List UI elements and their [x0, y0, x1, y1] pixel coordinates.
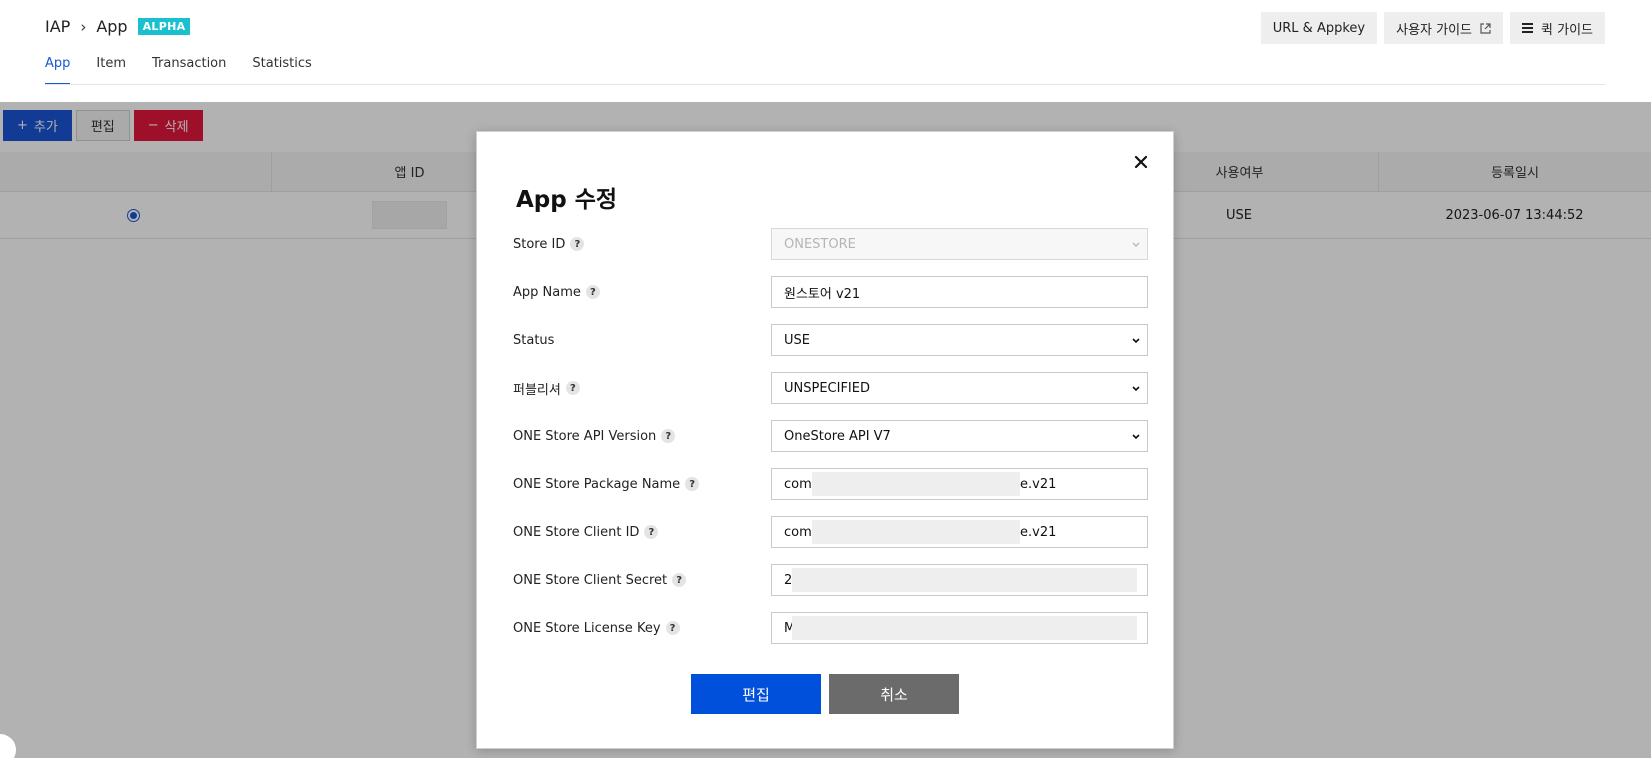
help-icon[interactable]: ? — [665, 621, 680, 635]
store-id-value: ONESTORE — [784, 236, 856, 252]
license-key-label: ONE Store License Key — [513, 620, 661, 636]
masked-value — [812, 472, 1020, 496]
submit-edit-button[interactable]: 편집 — [691, 674, 821, 714]
status-select[interactable]: USE — [771, 324, 1148, 356]
masked-value — [812, 520, 1020, 544]
client-id-label-wrap: ONE Store Client ID ? — [513, 516, 659, 548]
client-id-suffix: e.v21 — [1020, 524, 1057, 540]
publisher-label-wrap: 퍼블리셔 ? — [513, 372, 580, 404]
help-icon[interactable]: ? — [661, 429, 676, 443]
header-divider — [45, 84, 1605, 85]
status-label-wrap: Status — [513, 324, 554, 356]
package-name-suffix: e.v21 — [1020, 476, 1057, 492]
package-name-label: ONE Store Package Name — [513, 476, 681, 492]
chevron-down-icon — [1132, 338, 1140, 344]
tab-item[interactable]: Item — [96, 56, 126, 85]
license-key-row: ONE Store License Key ? M — [513, 612, 1148, 644]
chevron-down-icon — [1132, 434, 1140, 440]
cancel-button[interactable]: 취소 — [829, 674, 959, 714]
help-icon[interactable]: ? — [565, 381, 580, 395]
publisher-select[interactable]: UNSPECIFIED — [771, 372, 1148, 404]
modal-actions: 편집 취소 — [691, 674, 959, 714]
quick-guide-button[interactable]: 퀵 가이드 — [1510, 12, 1605, 44]
app-name-input[interactable]: 원스토어 v21 — [771, 276, 1148, 308]
api-version-value: OneStore API V7 — [784, 428, 891, 444]
breadcrumb-current: App — [96, 17, 128, 36]
tab-bar: App Item Transaction Statistics — [45, 56, 312, 85]
url-appkey-button[interactable]: URL & Appkey — [1260, 12, 1378, 44]
api-version-row: ONE Store API Version ? OneStore API V7 — [513, 420, 1148, 452]
store-id-label-wrap: Store ID ? — [513, 228, 585, 260]
license-key-input[interactable]: M — [771, 612, 1148, 644]
chevron-down-icon — [1132, 386, 1140, 392]
quick-guide-label: 퀵 가이드 — [1541, 22, 1593, 38]
store-id-label: Store ID — [513, 236, 566, 252]
tab-app[interactable]: App — [45, 56, 71, 85]
help-icon[interactable]: ? — [570, 237, 585, 251]
modal-title: App 수정 — [516, 187, 618, 213]
masked-value — [792, 568, 1137, 592]
external-link-icon — [1480, 22, 1491, 34]
client-secret-input[interactable]: 2 — [771, 564, 1148, 596]
store-id-row: Store ID ? ONESTORE — [513, 228, 1148, 260]
client-secret-row: ONE Store Client Secret ? 2 — [513, 564, 1148, 596]
app-name-label: App Name — [513, 284, 581, 300]
app-edit-modal: App 수정 Store ID ? ONESTORE App Name ? 원스… — [476, 131, 1174, 749]
publisher-row: 퍼블리셔 ? UNSPECIFIED — [513, 372, 1148, 404]
chevron-down-icon — [1132, 242, 1140, 247]
help-icon[interactable]: ? — [672, 573, 687, 587]
client-id-label: ONE Store Client ID — [513, 524, 640, 540]
client-id-row: ONE Store Client ID ? com. e.v21 — [513, 516, 1148, 548]
package-name-input[interactable]: com. e.v21 — [771, 468, 1148, 500]
status-row: Status USE — [513, 324, 1148, 356]
publisher-value: UNSPECIFIED — [784, 380, 870, 396]
url-appkey-label: URL & Appkey — [1272, 20, 1366, 36]
client-secret-label-wrap: ONE Store Client Secret ? — [513, 564, 687, 596]
breadcrumb-root[interactable]: IAP — [45, 17, 70, 36]
alpha-badge: ALPHA — [137, 18, 191, 35]
chevron-right-icon: › — [80, 17, 87, 36]
tab-statistics[interactable]: Statistics — [252, 56, 311, 85]
masked-value — [792, 616, 1137, 640]
client-secret-label: ONE Store Client Secret — [513, 572, 668, 588]
help-icon[interactable]: ? — [585, 285, 600, 299]
app-name-row: App Name ? 원스토어 v21 — [513, 276, 1148, 308]
client-id-input[interactable]: com. e.v21 — [771, 516, 1148, 548]
app-name-value: 원스토어 v21 — [784, 286, 861, 302]
tab-transaction[interactable]: Transaction — [152, 56, 226, 85]
breadcrumb: IAP › App ALPHA — [45, 17, 191, 36]
api-version-label-wrap: ONE Store API Version ? — [513, 420, 676, 452]
menu-icon — [1522, 23, 1534, 33]
api-version-label: ONE Store API Version — [513, 428, 657, 444]
status-value: USE — [784, 332, 810, 348]
help-icon[interactable]: ? — [644, 525, 659, 539]
store-id-select: ONESTORE — [771, 228, 1148, 260]
user-guide-button[interactable]: 사용자 가이드 — [1384, 12, 1504, 44]
package-name-label-wrap: ONE Store Package Name ? — [513, 468, 700, 500]
help-icon[interactable]: ? — [685, 477, 700, 491]
close-icon[interactable] — [1132, 153, 1150, 171]
license-key-label-wrap: ONE Store License Key ? — [513, 612, 680, 644]
page-header: IAP › App ALPHA URL & Appkey 사용자 가이드 퀵 가… — [0, 0, 1651, 102]
status-label: Status — [513, 332, 555, 348]
app-name-label-wrap: App Name ? — [513, 276, 600, 308]
user-guide-label: 사용자 가이드 — [1396, 22, 1473, 38]
api-version-select[interactable]: OneStore API V7 — [771, 420, 1148, 452]
package-name-row: ONE Store Package Name ? com. e.v21 — [513, 468, 1148, 500]
top-actions: URL & Appkey 사용자 가이드 퀵 가이드 — [1260, 12, 1605, 44]
publisher-label: 퍼블리셔 — [513, 382, 561, 398]
